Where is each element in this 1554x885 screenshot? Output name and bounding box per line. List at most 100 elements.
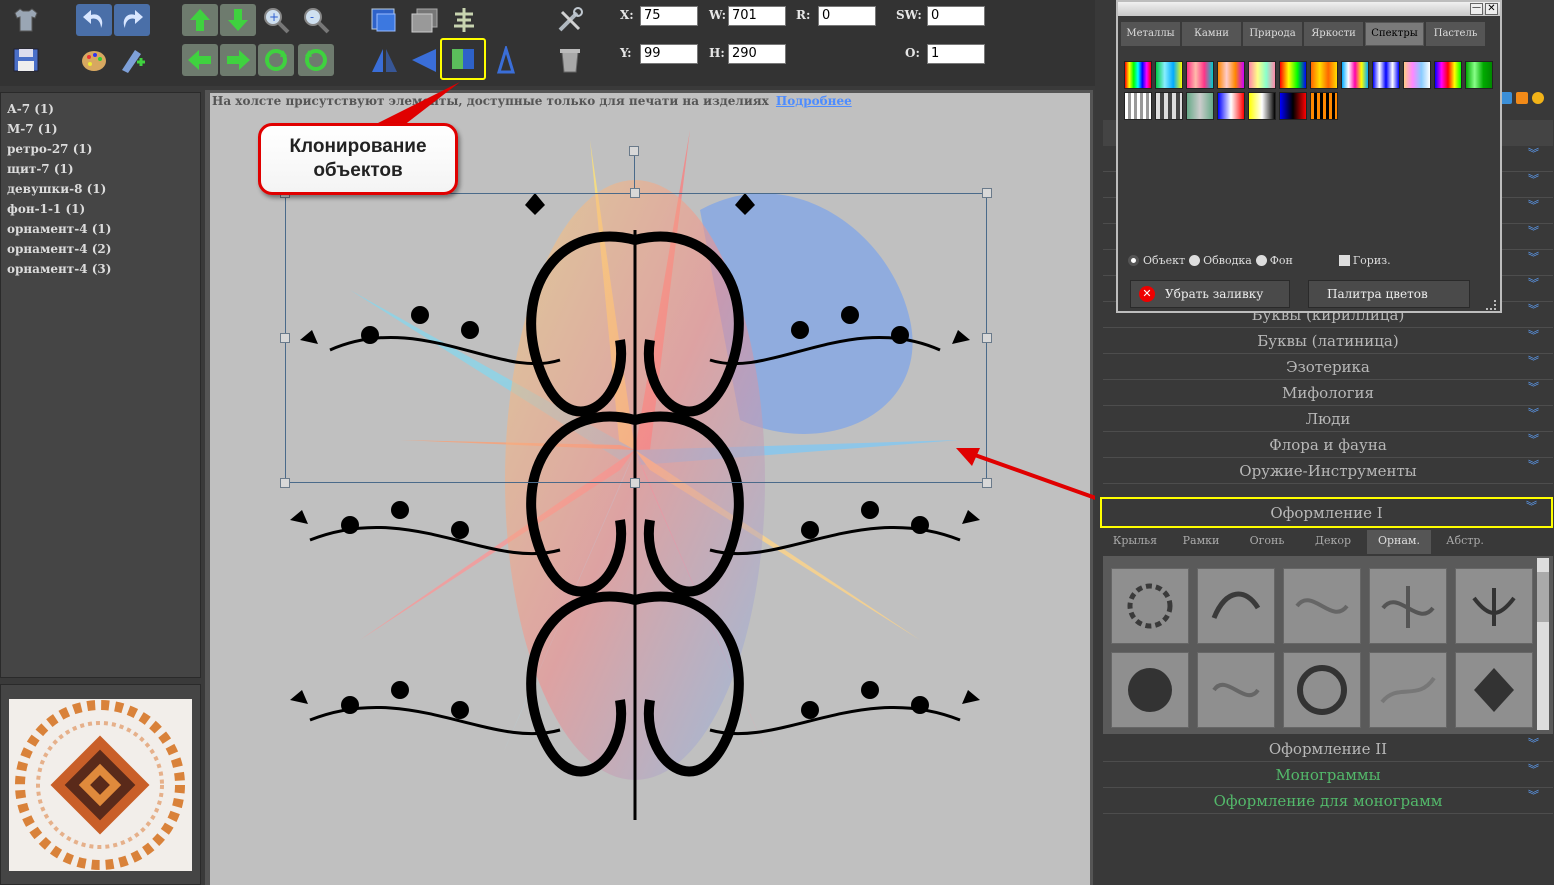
- category-monograms[interactable]: Монограммы ︾: [1103, 762, 1553, 788]
- thumbnail[interactable]: [1455, 568, 1533, 644]
- resize-grip-icon[interactable]: [1486, 300, 1496, 310]
- thumbnail[interactable]: [1369, 568, 1447, 644]
- subtab-wings[interactable]: Крылья: [1103, 530, 1167, 554]
- subtab-decor[interactable]: Декор: [1301, 530, 1365, 554]
- category-design-1[interactable]: Оформление I ︾: [1100, 497, 1553, 528]
- tab-pastel[interactable]: Пастель: [1426, 22, 1485, 46]
- tab-stones[interactable]: Камни: [1182, 22, 1241, 46]
- o-input[interactable]: 1: [927, 44, 985, 64]
- rotate-cw-button[interactable]: [258, 44, 294, 76]
- thumbnail-scrollbar[interactable]: [1537, 558, 1549, 730]
- layer-item[interactable]: орнамент-4 (2): [1, 239, 200, 259]
- thumbnail[interactable]: [1197, 568, 1275, 644]
- resize-handle[interactable]: [982, 188, 992, 198]
- notice-link[interactable]: Подробнее: [776, 94, 852, 108]
- resize-handle[interactable]: [280, 333, 290, 343]
- odnoklassniki-icon[interactable]: [1516, 92, 1528, 104]
- w-input[interactable]: 701: [728, 6, 786, 26]
- subtab-fire[interactable]: Огонь: [1235, 530, 1299, 554]
- gradient-swatch[interactable]: [1465, 61, 1493, 89]
- category-flora-fauna[interactable]: Флора и фауна ︾: [1103, 432, 1553, 458]
- category-monogram-design[interactable]: Оформление для монограмм ︾: [1103, 788, 1553, 814]
- thumbnail[interactable]: [1111, 652, 1189, 728]
- gradient-swatch[interactable]: [1155, 61, 1183, 89]
- sw-input[interactable]: 0: [927, 6, 985, 26]
- move-right-button[interactable]: [220, 44, 256, 76]
- gradient-swatch[interactable]: [1248, 61, 1276, 89]
- resize-handle[interactable]: [982, 333, 992, 343]
- thumbnail[interactable]: [1283, 568, 1361, 644]
- align-button[interactable]: [446, 4, 482, 36]
- undo-button[interactable]: [76, 4, 112, 36]
- color-palette-button[interactable]: Палитра цветов: [1308, 280, 1470, 308]
- gradient-swatch[interactable]: [1403, 61, 1431, 89]
- resize-handle[interactable]: [280, 478, 290, 488]
- layer-item[interactable]: орнамент-4 (3): [1, 259, 200, 279]
- gradient-swatch[interactable]: [1372, 61, 1400, 89]
- zoom-out-button[interactable]: -: [298, 4, 334, 36]
- gradient-swatch[interactable]: [1279, 61, 1307, 89]
- gradient-swatch[interactable]: [1310, 92, 1338, 120]
- category-esoterics[interactable]: Эзотерика ︾: [1103, 354, 1553, 380]
- layer-item[interactable]: А-7 (1): [1, 99, 200, 119]
- y-input[interactable]: 99: [640, 44, 698, 64]
- r-input[interactable]: 0: [818, 6, 876, 26]
- subtab-frames[interactable]: Рамки: [1169, 530, 1233, 554]
- send-back-button[interactable]: [406, 4, 442, 36]
- resize-handle[interactable]: [630, 188, 640, 198]
- close-button[interactable]: ✕: [1485, 3, 1498, 15]
- radio-stroke[interactable]: [1189, 255, 1201, 266]
- minimize-button[interactable]: —: [1470, 3, 1483, 15]
- redo-button[interactable]: [114, 4, 150, 36]
- zoom-in-button[interactable]: +: [258, 4, 294, 36]
- move-left-button[interactable]: [182, 44, 218, 76]
- trash-button[interactable]: [552, 44, 588, 76]
- category-letters-latin[interactable]: Буквы (латиница) ︾: [1103, 328, 1553, 354]
- layer-item[interactable]: ретро-27 (1): [1, 139, 200, 159]
- category-mythology[interactable]: Мифология ︾: [1103, 380, 1553, 406]
- selection-frame[interactable]: [285, 193, 987, 483]
- rotation-handle[interactable]: [629, 146, 639, 156]
- x-input[interactable]: 75: [640, 6, 698, 26]
- layer-item[interactable]: девушки-8 (1): [1, 179, 200, 199]
- bring-front-button[interactable]: [366, 4, 402, 36]
- layer-item[interactable]: фон-1-1 (1): [1, 199, 200, 219]
- gradient-swatch[interactable]: [1124, 92, 1152, 120]
- tab-metals[interactable]: Металлы: [1121, 22, 1180, 46]
- gradient-swatch[interactable]: [1279, 92, 1307, 120]
- gradient-swatch[interactable]: [1155, 92, 1183, 120]
- gradient-swatch[interactable]: [1186, 61, 1214, 89]
- paint-palette-button[interactable]: [76, 44, 112, 76]
- gradient-swatch[interactable]: [1217, 61, 1245, 89]
- tab-spectra[interactable]: Спектры: [1365, 22, 1424, 46]
- subtab-abstract[interactable]: Абстр.: [1433, 530, 1497, 554]
- thumbnail[interactable]: [1455, 652, 1533, 728]
- gradient-swatch[interactable]: [1341, 61, 1369, 89]
- add-text-button[interactable]: [114, 44, 150, 76]
- scrollbar-thumb[interactable]: [1537, 572, 1549, 622]
- remove-fill-button[interactable]: ✕ Убрать заливку: [1130, 280, 1290, 308]
- move-down-button[interactable]: [220, 4, 256, 36]
- thumbnail[interactable]: [1369, 652, 1447, 728]
- category-people[interactable]: Люди ︾: [1103, 406, 1553, 432]
- subtab-ornaments[interactable]: Орнам.: [1367, 530, 1431, 554]
- horizontal-checkbox[interactable]: [1338, 255, 1350, 266]
- layer-item[interactable]: щит-7 (1): [1, 159, 200, 179]
- thumbnail[interactable]: [1111, 568, 1189, 644]
- thumbnail[interactable]: [1283, 652, 1361, 728]
- layer-item[interactable]: М-7 (1): [1, 119, 200, 139]
- gradient-swatch[interactable]: [1434, 61, 1462, 89]
- gradient-swatch[interactable]: [1124, 61, 1152, 89]
- tab-brightness[interactable]: Яркости: [1304, 22, 1363, 46]
- gradient-swatch[interactable]: [1186, 92, 1214, 120]
- radio-background[interactable]: [1255, 255, 1267, 266]
- gradient-swatch[interactable]: [1248, 92, 1276, 120]
- mail-icon[interactable]: [1532, 92, 1544, 104]
- category-design-2[interactable]: Оформление II ︾: [1103, 736, 1553, 762]
- thumbnail[interactable]: [1197, 652, 1275, 728]
- palette-titlebar[interactable]: [1118, 2, 1500, 16]
- rotate-ccw-button[interactable]: [298, 44, 334, 76]
- mirror-button[interactable]: [488, 44, 524, 76]
- radio-object[interactable]: [1128, 255, 1139, 266]
- resize-handle[interactable]: [630, 478, 640, 488]
